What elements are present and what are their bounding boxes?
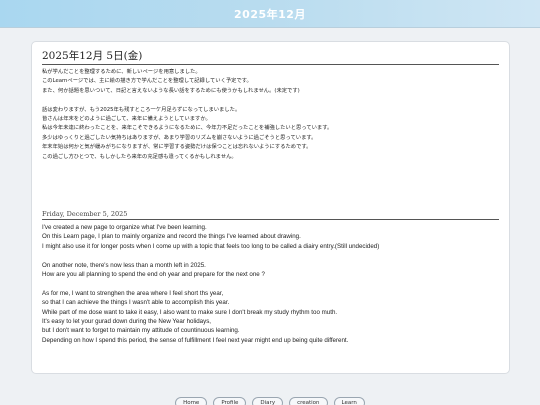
entry-line [42,279,499,288]
nav-creation-button[interactable]: creation [289,397,328,405]
nav-profile-button[interactable]: Profile [213,397,247,405]
entry-card: 2025年12月 5日(金) 私が学んだことを整理するために、新しいページを用意… [31,41,510,374]
entry-line: It's easy to let your gurad down during … [42,318,212,326]
nav-home-button[interactable]: Home [175,397,208,405]
entry-body-en: I've created a new page to organize what… [42,223,499,345]
entry-line: 年末年始は何かと気が緩みがちになりますが、常に学習する姿勢だけは保つことは忘れな… [42,144,312,151]
entry-line: but I don't want to forget to maintain m… [42,327,240,335]
entry-line [42,251,499,260]
entry-line: 話は変わりますが、もう2025年も残すところ一ケ月足らずになってしまいました。 [42,106,241,113]
nav-learn-button[interactable]: Learn [333,397,365,405]
entry-line: このLearnページでは、主に絵の描き方で学んだことを整理して記録していく予定で… [42,78,252,85]
entry-line: また、何か話題を思いついて、日記と言えないような長い話をするためにも使うかもしれ… [42,87,300,94]
entry-line: How are you all planning to spend the en… [42,271,265,279]
entry-line: 多少はゆっくりと過ごしたい気持ちはありますが、あまり学習のリズムを崩さないように… [42,134,317,141]
entry-line: 私が学んだことを整理するために、新しいページを用意しました。 [42,69,201,75]
entry-line: この過ごし方ひとつで、もしかしたら来年の充足感も違ってくるかもしれません。 [42,153,237,160]
entry-line: so that I can achieve the things I wasn'… [42,299,230,307]
entry-line: I might also use it for longer posts whe… [42,242,380,250]
entry-line: While part of me dose want to take it ea… [42,308,338,316]
entry-line: 私は今年未達に終わったことを、来年こそできるようになるために、今年力不足だったこ… [42,125,333,132]
entry-line: Depending on how I spend this period, th… [42,336,349,344]
entry-line: 皆さんは年末をどのように過ごして、来年に備えようとしていますか。 [42,116,211,123]
page-header: 2025年12月 [0,0,540,28]
footer-nav: Home Profile Diary creation Learn [0,397,540,405]
entry-body-jp: 私が学んだことを整理するために、新しいページを用意しました。 このLearnペー… [42,68,499,162]
page-title: 2025年12月 [234,7,306,21]
entry-line: I've created a new page to organize what… [42,224,207,232]
entry-line: On another note, there's now less than a… [42,261,206,269]
nav-diary-button[interactable]: Diary [252,397,284,405]
entry-title-jp: 2025年12月 5日(金) [42,48,499,65]
entry-line: As for me, I want to strenghen the area … [42,289,224,297]
entry-title-en: Friday, December 5, 2025 [42,210,499,221]
entry-line [42,96,499,105]
entry-line: On this Learn page, I plan to mainly org… [42,233,301,241]
